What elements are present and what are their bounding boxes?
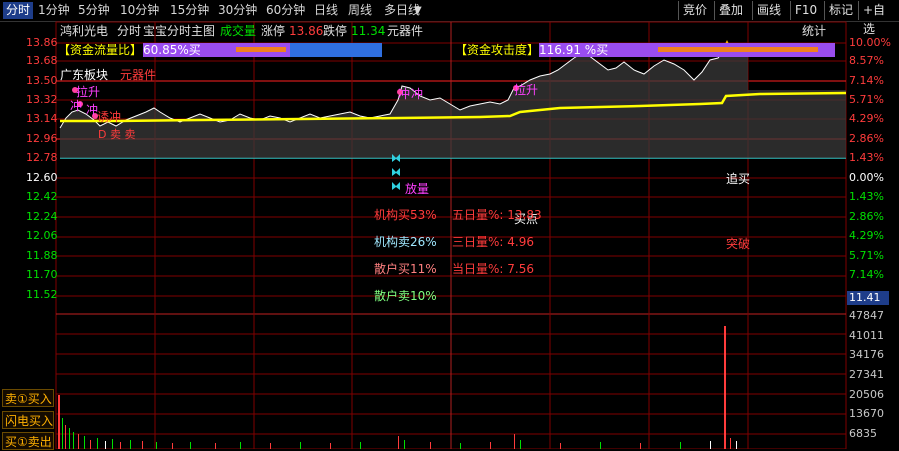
percent-tick: 10.00% (849, 36, 891, 49)
volume-tick: 47847 (849, 309, 884, 322)
price-tick: 13.50 (26, 74, 58, 87)
annotation-rush: 冲 (411, 87, 424, 101)
volume-tick: 6835 (849, 427, 877, 440)
percent-tick: 8.57% (849, 54, 884, 67)
price-tick: 12.60 (26, 171, 58, 184)
price-tick: 13.86 (26, 36, 58, 49)
volume-tick: 13670 (849, 407, 884, 420)
current-price-badge: 11.41 (847, 291, 889, 305)
volume-tick: 27341 (849, 368, 884, 381)
price-tick: 12.24 (26, 210, 58, 223)
fund-attack-label: 【资金攻击度】 (455, 43, 540, 57)
percent-tick: 5.71% (849, 93, 884, 106)
price-tick: 13.68 (26, 54, 58, 67)
percent-tick: 1.43% (849, 190, 884, 203)
percent-tick: 2.86% (849, 132, 884, 145)
annotation-volume-surge: 放量 (405, 182, 430, 196)
annotation-low-marks: D 卖 卖 (98, 128, 136, 141)
price-tick: 13.14 (26, 112, 58, 125)
institution-sell: 机构卖26% (374, 235, 437, 249)
limit-up-value: 13.86 (289, 24, 324, 38)
volume-bars (58, 326, 737, 449)
region-sector: 元器件 (120, 68, 157, 82)
buy1-sell-button[interactable]: 买①卖出 (2, 432, 54, 450)
annotation-breakout: 突破 (726, 237, 751, 251)
stock-name: 鸿利光电 (60, 24, 109, 38)
fund-flow-value: 60.85%买 (143, 43, 201, 57)
percent-tick: 2.86% (849, 210, 884, 223)
price-tick: 12.06 (26, 229, 58, 242)
price-area (60, 46, 846, 158)
indicator-name[interactable]: 宝宝分时主图 (143, 23, 215, 39)
price-tick: 13.32 (26, 93, 58, 106)
price-tick: 12.42 (26, 190, 58, 203)
volume-tick: 20506 (849, 388, 884, 401)
volume-label: 成交量 (220, 24, 257, 38)
percent-tick: 7.14% (849, 268, 884, 281)
sell1-buy-button[interactable]: 卖①买入 (2, 389, 54, 407)
limit-down-label: 跌停 (323, 24, 348, 38)
volume-tick: 34176 (849, 348, 884, 361)
percent-tick: 7.14% (849, 74, 884, 87)
volume-tick: 41011 (849, 329, 884, 342)
percent-tick: 4.29% (849, 112, 884, 125)
price-tick: 11.52 (26, 288, 58, 301)
price-tick: 11.88 (26, 249, 58, 262)
chart-mode: 分时 (117, 24, 142, 38)
flash-buy-button[interactable]: 闪电买入 (2, 411, 54, 429)
annotation-pull-up: 拉升 (514, 83, 539, 97)
region-label: 广东板块 (60, 68, 109, 82)
retail-buy: 散户买11% (374, 262, 437, 276)
price-tick: 12.96 (26, 132, 58, 145)
today-volume: 当日量%: 7.56 (452, 262, 534, 276)
limit-down-value: 11.34 (351, 24, 386, 38)
butterfly-icons (392, 154, 400, 190)
retail-sell: 散户卖10% (374, 289, 437, 303)
annotation-lure: 诱冲 (97, 110, 122, 124)
institution-buy: 机构买53% (374, 208, 437, 222)
three-day-volume: 三日量%: 4.96 (452, 235, 534, 249)
percent-tick: 0.00% (849, 171, 884, 184)
price-tick: 11.70 (26, 268, 58, 281)
annotation-rush: 冲 (70, 99, 83, 113)
sector-name: 元器件 (387, 24, 424, 38)
percent-tick: 1.43% (849, 151, 884, 164)
annotation-rush: 冲 (398, 87, 411, 101)
percent-tick: 4.29% (849, 229, 884, 242)
limit-up-label: 涨停 (261, 24, 286, 38)
stats-button[interactable]: 统计 (802, 23, 826, 39)
five-day-volume: 五日量%: 13.83 (452, 208, 542, 222)
annotation-chase-buy: 追买 (726, 172, 751, 186)
fund-attack-value: 116.91 %买 (539, 43, 609, 57)
fund-flow-label: 【资金流量比】 (58, 43, 143, 57)
price-tick: 12.78 (26, 151, 58, 164)
percent-tick: 5.71% (849, 249, 884, 262)
